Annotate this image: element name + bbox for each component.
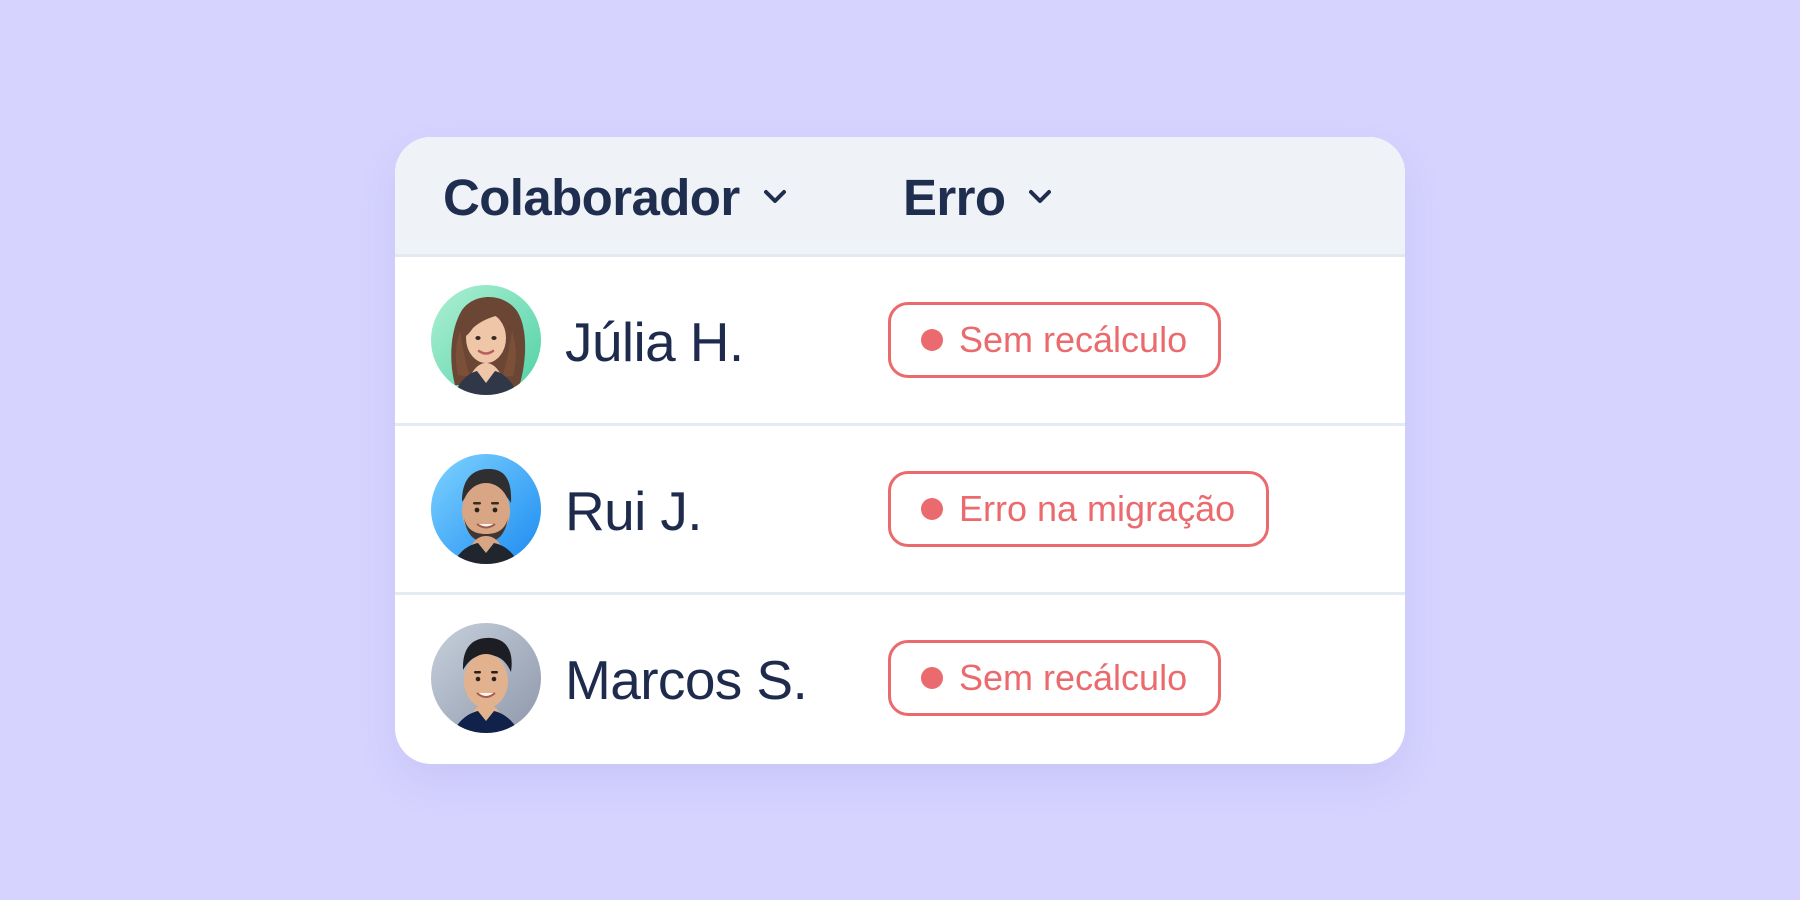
- avatar: [431, 454, 541, 564]
- chevron-down-icon[interactable]: [760, 182, 790, 212]
- error-header-label: Erro: [903, 168, 1006, 226]
- collaborator-name: Júlia H.: [565, 310, 744, 373]
- error-status-label: Sem recálculo: [959, 657, 1188, 698]
- error-status-badge: Erro na migração: [888, 471, 1270, 547]
- collaborator-header-label: Colaborador: [443, 168, 740, 226]
- table-row[interactable]: Marcos S. Sem recálculo: [395, 595, 1405, 764]
- status-dot-icon: [921, 667, 943, 689]
- table-header: Colaborador Erro: [395, 137, 1405, 257]
- avatar: [431, 285, 541, 395]
- avatar: [431, 623, 541, 733]
- table-row[interactable]: Júlia H. Sem recálculo: [395, 257, 1405, 426]
- status-dot-icon: [921, 498, 943, 520]
- error-status-label: Erro na migração: [959, 488, 1236, 529]
- collaborator-column-header[interactable]: Colaborador: [443, 137, 843, 257]
- status-dot-icon: [921, 329, 943, 351]
- collaborator-name: Rui J.: [565, 479, 703, 542]
- collaborator-name: Marcos S.: [565, 648, 808, 711]
- error-status-label: Sem recálculo: [959, 319, 1188, 360]
- table-row[interactable]: Rui J. Erro na migração: [395, 426, 1405, 595]
- error-table: Colaborador Erro Júlia H. Sem recálculo …: [395, 137, 1405, 764]
- error-column-header[interactable]: Erro: [903, 137, 1163, 257]
- error-status-badge: Sem recálculo: [888, 640, 1222, 716]
- chevron-down-icon[interactable]: [1025, 182, 1055, 212]
- error-status-badge: Sem recálculo: [888, 302, 1222, 378]
